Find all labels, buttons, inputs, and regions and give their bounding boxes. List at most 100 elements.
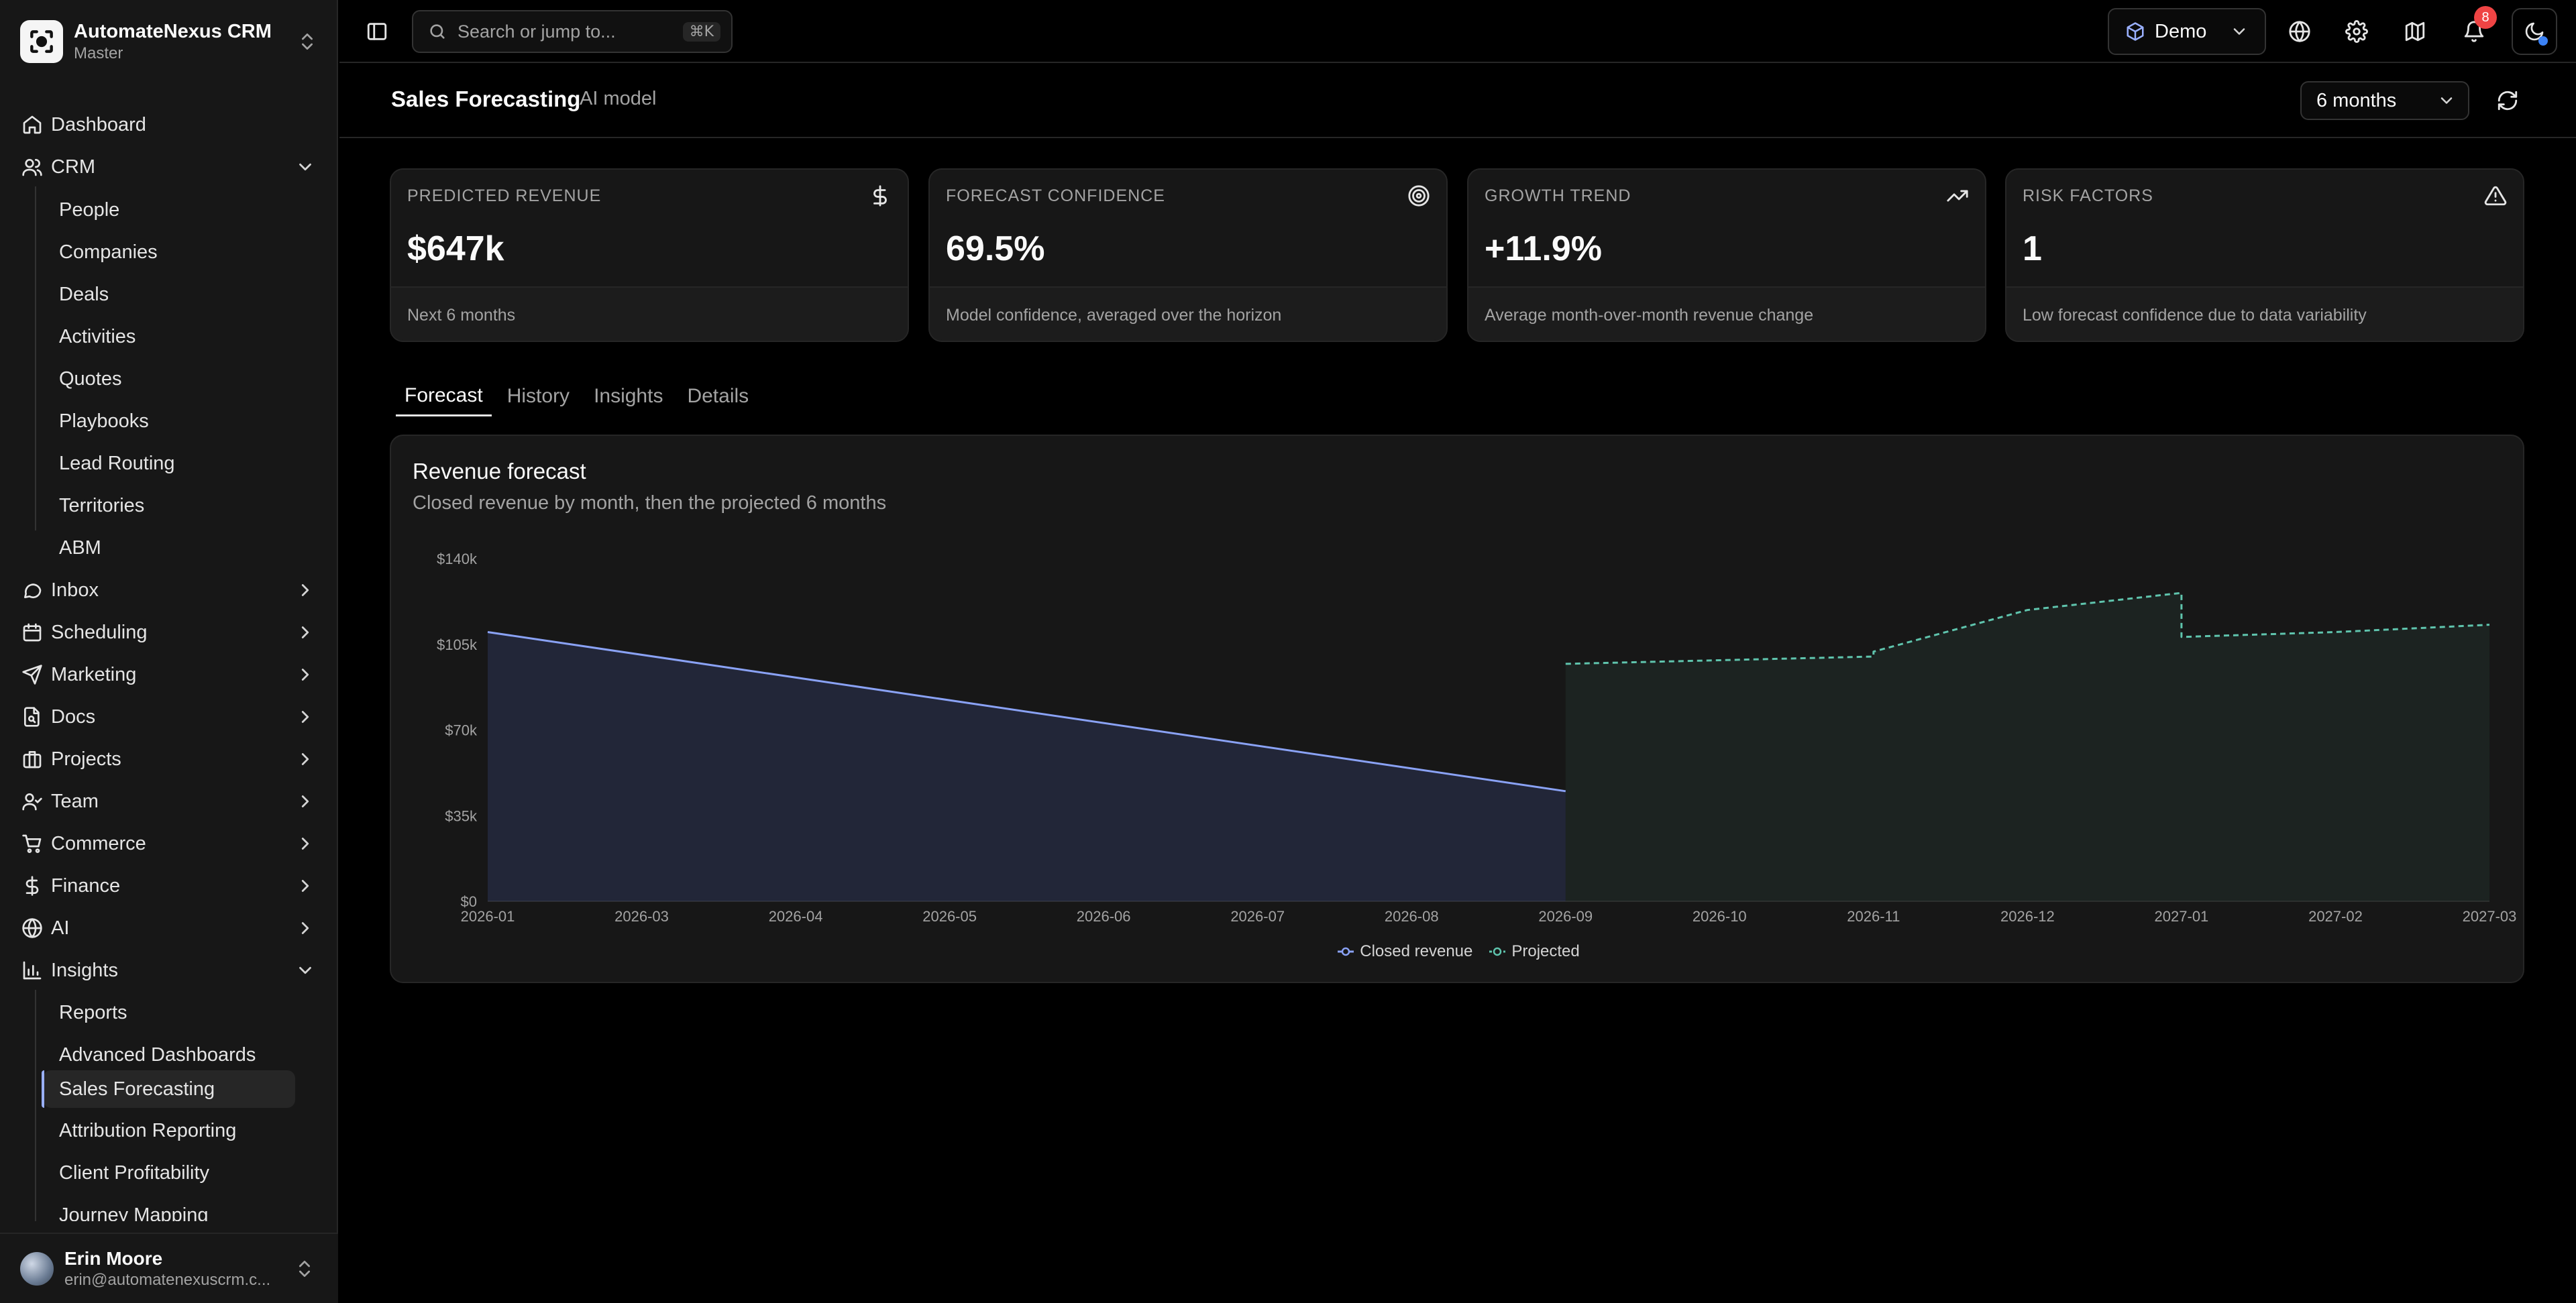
chevron-down-icon [299,163,311,171]
kpi-value: 1 [2023,229,2042,268]
send-icon [22,665,42,685]
team-icon [22,793,42,811]
tab-history[interactable]: History [498,376,578,416]
sidebar-item-label: Advanced Dashboards [59,1043,256,1066]
x-tick-label: 2026-06 [1077,908,1131,925]
sidebar-item-label: Journey Mapping [59,1204,209,1222]
kpi-footnote: Average month-over-month revenue change [1468,286,1985,341]
refresh-button[interactable] [2486,79,2529,122]
map-button[interactable] [2394,10,2436,53]
kpi-card-predicted-revenue: PREDICTED REVENUE $647k Next 6 months [390,168,909,342]
workspace-demo-label: Demo [2155,20,2207,42]
sidebar-item-dashboard[interactable]: Dashboard [19,106,319,144]
sidebar-item-label: Client Profitability [59,1162,210,1184]
sidebar-subitem-journey-mapping[interactable]: Journey Mapping [43,1197,295,1222]
sidebar-subitem-abm[interactable]: ABM [43,530,295,566]
sidebar-subitem-sales-forecasting[interactable]: Sales Forecasting [42,1070,295,1108]
legend-item-projected[interactable]: Projected [1489,942,1580,961]
sidebar-subitem-quotes[interactable]: Quotes [43,361,295,397]
cart-icon [22,834,42,853]
sidebar-item-projects[interactable]: Projects [19,740,319,778]
workspace-name: Master [74,44,123,62]
sidebar-item-label: Companies [59,241,158,263]
chart-legend: Closed revenue Projected [391,940,2526,964]
sidebar-item-label: Sales Forecasting [59,1078,215,1100]
chevron-right-icon [301,711,309,723]
sidebar-subitem-deals[interactable]: Deals [43,276,295,313]
search-icon [430,24,445,39]
legend-marker-closed [1338,947,1354,956]
sidebar-subitem-attribution-reporting[interactable]: Attribution Reporting [43,1113,295,1149]
notifications-button[interactable]: 8 [2453,6,2497,53]
sidebar-subitem-activities[interactable]: Activities [43,319,295,355]
sidebar-subitem-territories[interactable]: Territories [43,488,295,524]
sidebar-subitem-companies[interactable]: Companies [43,234,295,270]
sidebar-item-commerce[interactable]: Commerce [19,825,319,862]
sidebar-item-docs[interactable]: Docs [19,698,319,736]
sidebar-item-ai[interactable]: AI [19,909,319,947]
workspace-switcher[interactable]: AutomateNexus CRM Master [20,19,318,64]
x-tick-label: 2026-12 [2000,908,2055,925]
chevrons-up-down-icon [299,1260,310,1277]
sidebar-subitem-reports[interactable]: Reports [43,995,295,1031]
sidebar-item-label: Finance [51,874,121,897]
settings-button[interactable] [2335,10,2378,53]
kpi-value: $647k [407,229,504,268]
sidebar-item-insights[interactable]: Insights [19,952,319,989]
sidebar-subitem-lead-routing[interactable]: Lead Routing [43,445,295,481]
sidebar-item-inbox[interactable]: Inbox [19,571,319,609]
kpi-label: PREDICTED REVENUE [407,186,602,205]
workspace-demo-button[interactable]: Demo [2108,8,2266,55]
x-tick-label: 2026-09 [1538,908,1593,925]
revenue-forecast-chart: $0$35k$70k$105k$140k2026-01 2026-03 2026-0… [437,551,2517,925]
sidebar-item-label: Territories [59,494,145,516]
sidebar-toggle-icon [367,23,387,40]
user-menu[interactable]: Erin Moore erin@automatenexuscrm.c... [0,1233,338,1303]
legend-item-closed[interactable]: Closed revenue [1337,942,1472,961]
legend-marker-projected [1489,947,1506,956]
x-tick-label: 2026-01 [461,908,515,925]
chevron-right-icon [301,880,309,892]
theme-toggle-button[interactable] [2512,8,2557,55]
sidebar-subitem-advanced-dashboards[interactable]: Advanced Dashboards [43,1037,295,1073]
period-select-value: 6 months [2316,89,2397,111]
sidebar-item-finance[interactable]: Finance [19,867,319,905]
topbar: Search or jump to... ⌘K Demo 8 [339,0,2576,63]
home-icon [23,115,42,134]
kpi-card-forecast-confidence: FORECAST CONFIDENCE 69.5% Model confiden… [928,168,1448,342]
sidebar-nav: Dashboard CRM People Companies Deals Act… [0,95,338,1221]
search-input[interactable]: Search or jump to... ⌘K [412,10,733,53]
sidebar-item-label: Playbooks [59,410,149,432]
sidebar-subitem-playbooks[interactable]: Playbooks [43,403,295,439]
period-select[interactable]: 6 months [2300,81,2469,120]
sidebar-item-crm[interactable]: CRM [19,148,319,186]
search-placeholder: Search or jump to... [458,21,616,42]
chevron-right-icon [301,669,309,681]
language-button[interactable] [2278,10,2321,53]
sidebar-item-scheduling[interactable]: Scheduling [19,614,319,651]
sidebar-subitem-people[interactable]: People [43,192,295,228]
tab-insights[interactable]: Insights [585,376,672,416]
chevron-right-icon [301,838,309,850]
x-tick-label: 2026-08 [1385,908,1439,925]
sidebar-item-label: CRM [51,156,96,178]
sidebar-subitem-client-profitability[interactable]: Client Profitability [43,1155,295,1191]
tab-forecast[interactable]: Forecast [396,376,492,416]
kpi-label: RISK FACTORS [2023,186,2153,205]
calendar-icon [23,623,42,642]
sidebar-item-team[interactable]: Team [19,783,319,820]
tab-details[interactable]: Details [678,376,757,416]
sidebar-item-marketing[interactable]: Marketing [19,656,319,693]
x-tick-label: 2026-07 [1230,908,1285,925]
chevron-right-icon [301,584,309,596]
trending-up-icon [1947,190,1968,202]
x-tick-label: 2027-02 [2308,908,2363,925]
dollar-icon [873,185,887,207]
x-tick-label: 2027-03 [2463,908,2517,925]
kpi-footnote: Next 6 months [391,286,908,341]
toggle-sidebar-button[interactable] [356,10,398,53]
tab-bar: Forecast History Insights Details [396,376,764,416]
kpi-footnote: Model confidence, averaged over the hori… [930,286,1446,341]
sidebar-item-label: Attribution Reporting [59,1119,237,1141]
sidebar-item-label: People [59,199,120,221]
